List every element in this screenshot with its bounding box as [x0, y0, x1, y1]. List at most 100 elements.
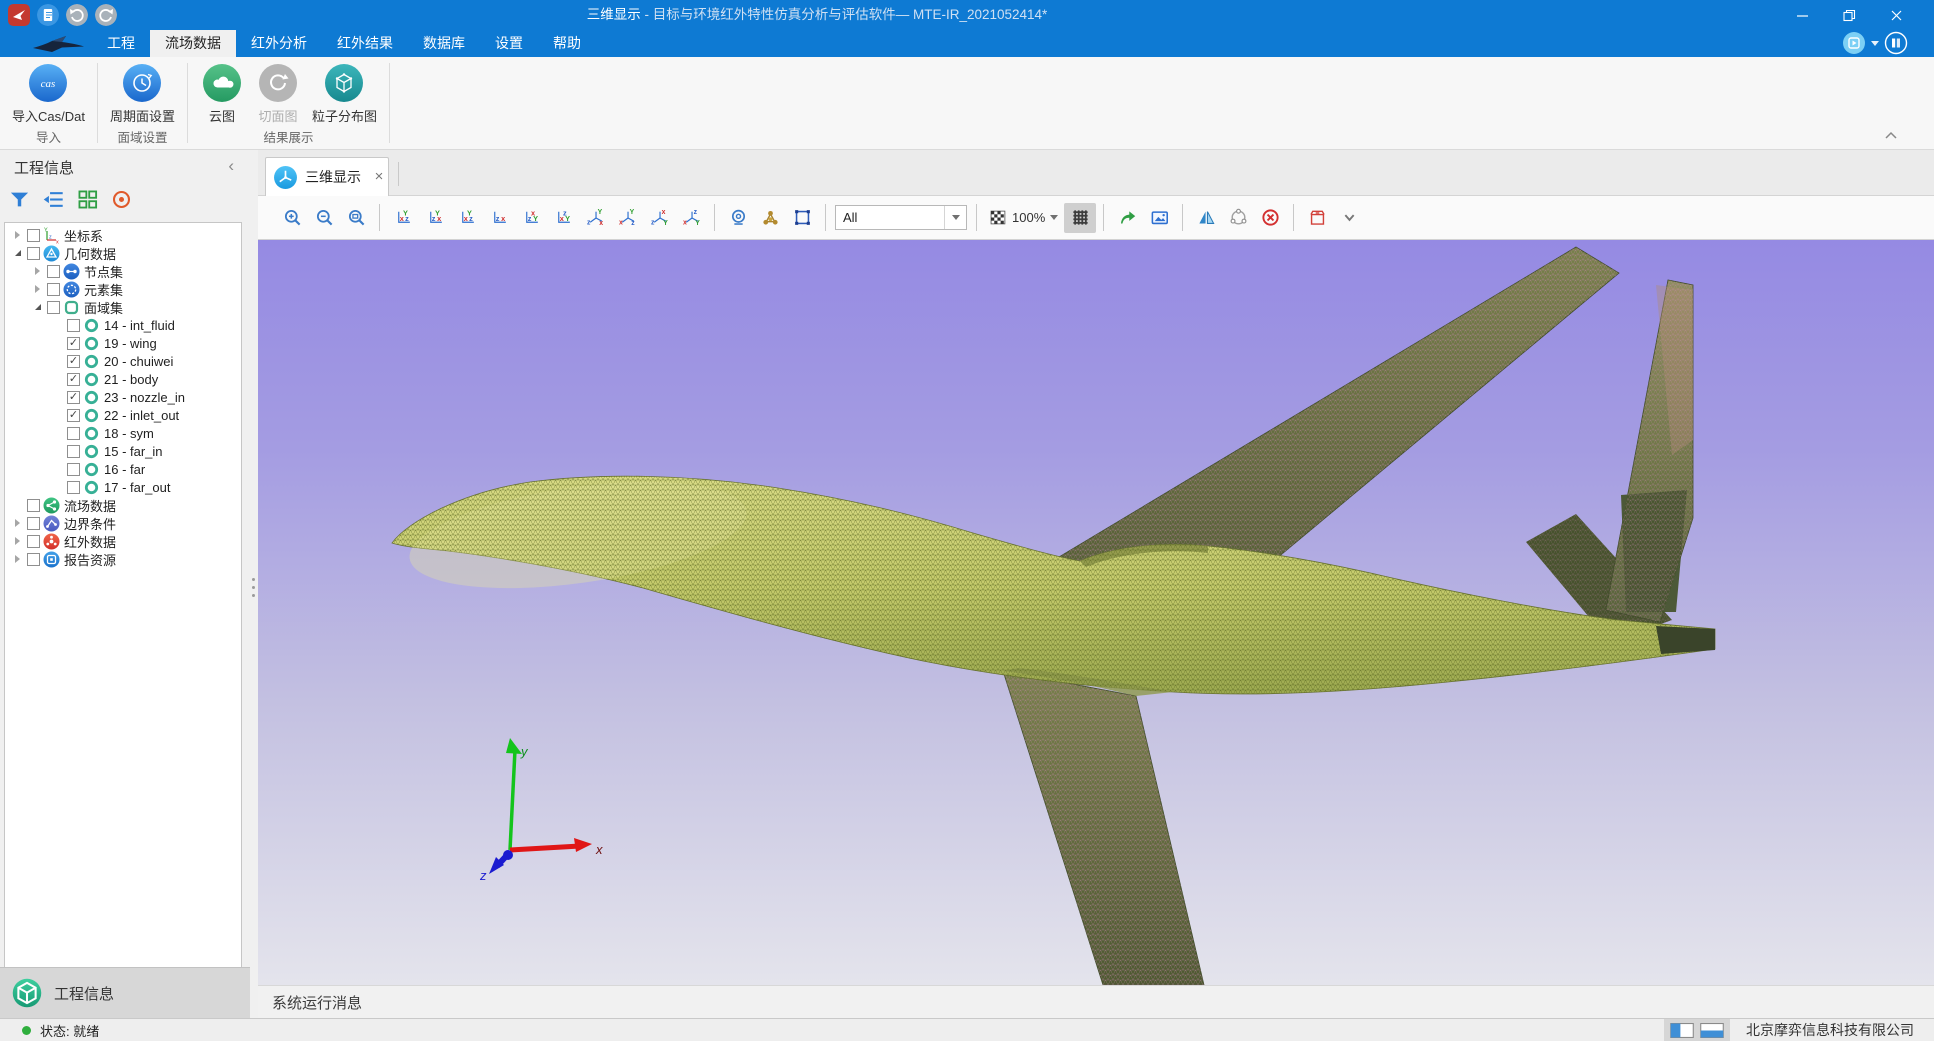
- minimize-button[interactable]: [1779, 0, 1826, 30]
- tree-item-1[interactable]: 几何数据: [5, 244, 241, 262]
- ribbon-button-cas[interactable]: cas导入Cas/Dat: [6, 61, 91, 125]
- tree-item-2[interactable]: 节点集: [5, 262, 241, 280]
- tree-item-8[interactable]: 21 - body: [5, 370, 241, 388]
- tab-close-icon[interactable]: [371, 169, 387, 185]
- zoom-out-button[interactable]: [308, 203, 340, 233]
- panel-splitter[interactable]: [250, 150, 258, 1018]
- ribbon-collapse-chevron-icon[interactable]: [1882, 128, 1900, 142]
- style-picker-button[interactable]: [1842, 31, 1866, 55]
- tab-3d-view[interactable]: 三维显示: [265, 157, 389, 196]
- region-combobox[interactable]: All: [835, 205, 967, 230]
- view-iso4-button[interactable]: zxY: [675, 203, 707, 233]
- expander-icon[interactable]: [31, 301, 44, 314]
- visibility-checkbox[interactable]: [67, 409, 80, 422]
- tree-item-11[interactable]: 18 - sym: [5, 424, 241, 442]
- view-right-button[interactable]: zx: [483, 203, 515, 233]
- tree-item-0[interactable]: Yzx坐标系: [5, 226, 241, 244]
- view-front-button[interactable]: xzY: [387, 203, 419, 233]
- mesh-grid-toggle[interactable]: [1064, 203, 1096, 233]
- filter-icon[interactable]: [8, 188, 31, 211]
- view-iso3-button[interactable]: xzY: [643, 203, 675, 233]
- node-display-button[interactable]: [754, 203, 786, 233]
- visibility-checkbox[interactable]: [27, 247, 40, 260]
- viewport-3d[interactable]: y x z: [258, 240, 1934, 985]
- outline-list-icon[interactable]: [42, 188, 65, 211]
- expander-icon[interactable]: [31, 265, 44, 278]
- visibility-checkbox[interactable]: [47, 301, 60, 314]
- tree-item-16[interactable]: 边界条件: [5, 514, 241, 532]
- panel-collapse-icon[interactable]: ‹: [228, 156, 234, 176]
- view-iso2-button[interactable]: Yxz: [611, 203, 643, 233]
- ribbon-button-period[interactable]: 周期面设置: [104, 61, 181, 125]
- expander-icon[interactable]: [11, 247, 24, 260]
- tree-item-7[interactable]: 20 - chuiwei: [5, 352, 241, 370]
- menu-item-6[interactable]: 帮助: [538, 30, 596, 57]
- expander-icon[interactable]: [11, 553, 24, 566]
- tree-item-18[interactable]: 报告资源: [5, 550, 241, 568]
- view-left-button[interactable]: xzY: [451, 203, 483, 233]
- expander-icon[interactable]: [11, 517, 24, 530]
- visibility-checkbox[interactable]: [27, 535, 40, 548]
- zoom-in-button[interactable]: [276, 203, 308, 233]
- splitter-handle[interactable]: [252, 578, 256, 604]
- orbit-button[interactable]: [1222, 203, 1254, 233]
- view-top-button[interactable]: zYx: [515, 203, 547, 233]
- ribbon-button-cloud[interactable]: 云图: [194, 61, 250, 125]
- visibility-checkbox[interactable]: [67, 463, 80, 476]
- ribbon-button-particles[interactable]: 粒子分布图: [306, 61, 383, 125]
- menu-item-1[interactable]: 流场数据: [150, 30, 236, 57]
- visibility-checkbox[interactable]: [67, 481, 80, 494]
- visibility-checkbox[interactable]: [67, 355, 80, 368]
- zoom-fit-button[interactable]: [340, 203, 372, 233]
- menu-item-2[interactable]: 红外分析: [236, 30, 322, 57]
- locate-target-icon[interactable]: [110, 188, 133, 211]
- tree-item-14[interactable]: 17 - far_out: [5, 478, 241, 496]
- probe-button[interactable]: [722, 203, 754, 233]
- expander-icon[interactable]: [31, 283, 44, 296]
- visibility-checkbox[interactable]: [47, 265, 60, 278]
- style-picker-caret-icon[interactable]: [1871, 41, 1879, 46]
- visibility-checkbox[interactable]: [67, 391, 80, 404]
- visibility-checkbox[interactable]: [67, 337, 80, 350]
- tree-item-10[interactable]: 22 - inlet_out: [5, 406, 241, 424]
- view-iso1-button[interactable]: Yzx: [579, 203, 611, 233]
- tree-item-13[interactable]: 16 - far: [5, 460, 241, 478]
- visibility-checkbox[interactable]: [67, 319, 80, 332]
- export-button[interactable]: [1111, 203, 1143, 233]
- snapshot-button[interactable]: [1143, 203, 1175, 233]
- tree-item-3[interactable]: 元素集: [5, 280, 241, 298]
- project-panel-footer[interactable]: 工程信息: [0, 967, 250, 1018]
- save-scene-caret[interactable]: [1333, 203, 1365, 233]
- tree-item-17[interactable]: 红外数据: [5, 532, 241, 550]
- save-scene-button[interactable]: [1301, 203, 1333, 233]
- visibility-checkbox[interactable]: [67, 427, 80, 440]
- combobox-dropdown-icon[interactable]: [944, 206, 966, 229]
- visibility-checkbox[interactable]: [27, 229, 40, 242]
- tree-item-15[interactable]: 流场数据: [5, 496, 241, 514]
- tree-item-12[interactable]: 15 - far_in: [5, 442, 241, 460]
- tree-item-5[interactable]: 14 - int_fluid: [5, 316, 241, 334]
- layout-bottom-panel-button[interactable]: [1700, 1023, 1724, 1038]
- menu-item-0[interactable]: 工程: [92, 30, 150, 57]
- visibility-checkbox[interactable]: [27, 553, 40, 566]
- mirror-button[interactable]: [1190, 203, 1222, 233]
- layout-left-panel-button[interactable]: [1670, 1023, 1694, 1038]
- visibility-checkbox[interactable]: [67, 373, 80, 386]
- menu-item-3[interactable]: 红外结果: [322, 30, 408, 57]
- zoom-percent-control[interactable]: 100%: [990, 209, 1058, 226]
- layout-help-button[interactable]: [1884, 31, 1908, 55]
- cancel-button[interactable]: [1254, 203, 1286, 233]
- close-button[interactable]: [1873, 0, 1920, 30]
- zoom-caret-icon[interactable]: [1050, 215, 1058, 220]
- menu-item-5[interactable]: 设置: [480, 30, 538, 57]
- visibility-checkbox[interactable]: [67, 445, 80, 458]
- view-bottom-button[interactable]: xYz: [547, 203, 579, 233]
- visibility-checkbox[interactable]: [27, 499, 40, 512]
- visibility-checkbox[interactable]: [27, 517, 40, 530]
- tree-item-4[interactable]: 面域集: [5, 298, 241, 316]
- expander-icon[interactable]: [11, 229, 24, 242]
- tree-item-6[interactable]: 19 - wing: [5, 334, 241, 352]
- menu-item-4[interactable]: 数据库: [408, 30, 480, 57]
- tree-item-9[interactable]: 23 - nozzle_in: [5, 388, 241, 406]
- thumbnail-grid-icon[interactable]: [76, 188, 99, 211]
